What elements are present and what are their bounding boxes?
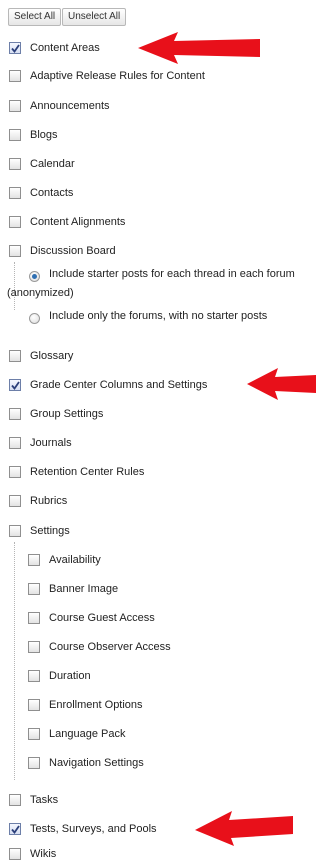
radio-button[interactable]	[29, 313, 40, 324]
checkbox[interactable]	[9, 466, 21, 478]
subitem-label: Language Pack	[49, 728, 126, 740]
item-blogs[interactable]: Blogs	[9, 126, 58, 144]
item-label: Rubrics	[30, 495, 68, 507]
subitem-availability[interactable]: Availability	[28, 551, 101, 569]
item-retention-center-rules[interactable]: Retention Center Rules	[9, 463, 144, 481]
item-settings[interactable]: Settings	[9, 522, 70, 540]
item-wikis[interactable]: Wikis	[9, 845, 56, 863]
unselect-all-button[interactable]: Unselect All	[62, 8, 127, 26]
checkbox[interactable]	[9, 437, 21, 449]
checkbox[interactable]	[28, 583, 40, 595]
item-group-settings[interactable]: Group Settings	[9, 405, 103, 423]
checkbox[interactable]	[28, 641, 40, 653]
checkbox[interactable]	[9, 216, 21, 228]
item-content-areas[interactable]: Content Areas	[9, 39, 100, 57]
checkbox[interactable]	[28, 612, 40, 624]
item-label: Adaptive Release Rules for Content	[30, 70, 205, 82]
subitem-label: Duration	[49, 670, 91, 682]
checkbox[interactable]	[28, 554, 40, 566]
item-calendar[interactable]: Calendar	[9, 155, 75, 173]
indent-guide	[14, 542, 15, 780]
radio-label-continued: (anonymized)	[7, 287, 74, 299]
checkbox[interactable]	[9, 70, 21, 82]
radio-button[interactable]	[29, 271, 40, 282]
item-label: Tests, Surveys, and Pools	[30, 823, 157, 835]
item-label: Discussion Board	[30, 245, 116, 257]
subitem-banner-image[interactable]: Banner Image	[28, 580, 118, 598]
subitem-label: Navigation Settings	[49, 757, 144, 769]
checkbox[interactable]	[9, 823, 21, 835]
checkbox[interactable]	[9, 794, 21, 806]
subitem-label: Course Observer Access	[49, 641, 171, 653]
item-label: Group Settings	[30, 408, 104, 420]
radio-forums-only[interactable]: Include only the forums, with no starter…	[29, 310, 267, 324]
checkbox[interactable]	[9, 379, 21, 391]
subitem-course-observer-access[interactable]: Course Observer Access	[28, 638, 171, 656]
checkbox[interactable]	[9, 158, 21, 170]
item-announcements[interactable]: Announcements	[9, 97, 110, 115]
subitem-course-guest-access[interactable]: Course Guest Access	[28, 609, 155, 627]
item-label: Announcements	[30, 100, 110, 112]
subitem-enrollment-options[interactable]: Enrollment Options	[28, 696, 143, 714]
checkbox[interactable]	[9, 129, 21, 141]
item-label: Grade Center Columns and Settings	[30, 379, 208, 391]
checkbox[interactable]	[9, 408, 21, 420]
item-label: Settings	[30, 525, 70, 537]
item-label: Calendar	[30, 158, 75, 170]
red-arrow-icon	[138, 32, 260, 64]
item-label: Glossary	[30, 350, 74, 362]
subitem-navigation-settings[interactable]: Navigation Settings	[28, 754, 144, 772]
select-all-button[interactable]: Select All	[8, 8, 62, 26]
checkbox[interactable]	[9, 100, 21, 112]
item-label: Content Alignments	[30, 216, 126, 228]
checkbox[interactable]	[9, 187, 21, 199]
checkbox[interactable]	[9, 350, 21, 362]
checkbox[interactable]	[28, 670, 40, 682]
subitem-label: Banner Image	[49, 583, 119, 595]
item-content-alignments[interactable]: Content Alignments	[9, 213, 125, 231]
item-label: Wikis	[30, 848, 57, 860]
checkbox[interactable]	[9, 495, 21, 507]
checkmark-icon	[11, 381, 20, 390]
item-discussion-board[interactable]: Discussion Board	[9, 242, 116, 260]
item-label: Contacts	[30, 187, 74, 199]
checkbox[interactable]	[9, 848, 21, 860]
item-tests-surveys-pools[interactable]: Tests, Surveys, and Pools	[9, 820, 157, 838]
red-arrow-icon	[247, 368, 316, 400]
checkbox[interactable]	[28, 728, 40, 740]
indent-guide	[14, 262, 15, 310]
item-label: Journals	[30, 437, 72, 449]
checkmark-icon	[11, 825, 20, 834]
item-label: Blogs	[30, 129, 58, 141]
radio-label: Include only the forums, with no starter…	[49, 310, 268, 322]
radio-include-starter-posts[interactable]: Include starter posts for each thread in…	[29, 268, 295, 282]
checkbox[interactable]	[9, 525, 21, 537]
item-journals[interactable]: Journals	[9, 434, 72, 452]
item-contacts[interactable]: Contacts	[9, 184, 73, 202]
checkbox[interactable]	[9, 245, 21, 257]
item-rubrics[interactable]: Rubrics	[9, 492, 67, 510]
item-tasks[interactable]: Tasks	[9, 791, 58, 809]
checkbox[interactable]	[28, 757, 40, 769]
checkbox[interactable]	[28, 699, 40, 711]
checkmark-icon	[11, 44, 20, 53]
item-adaptive-release-rules[interactable]: Adaptive Release Rules for Content	[9, 67, 205, 85]
subitem-language-pack[interactable]: Language Pack	[28, 725, 125, 743]
subitem-duration[interactable]: Duration	[28, 667, 91, 685]
subitem-label: Course Guest Access	[49, 612, 155, 624]
subitem-label: Availability	[49, 554, 101, 566]
radio-label: Include starter posts for each thread in…	[49, 268, 295, 280]
red-arrow-icon	[195, 811, 293, 846]
subitem-label: Enrollment Options	[49, 699, 143, 711]
item-label: Retention Center Rules	[30, 466, 145, 478]
item-grade-center-columns[interactable]: Grade Center Columns and Settings	[9, 376, 207, 394]
item-label: Tasks	[30, 794, 59, 806]
item-label: Content Areas	[30, 42, 100, 54]
checkbox[interactable]	[9, 42, 21, 54]
item-glossary[interactable]: Glossary	[9, 347, 73, 365]
